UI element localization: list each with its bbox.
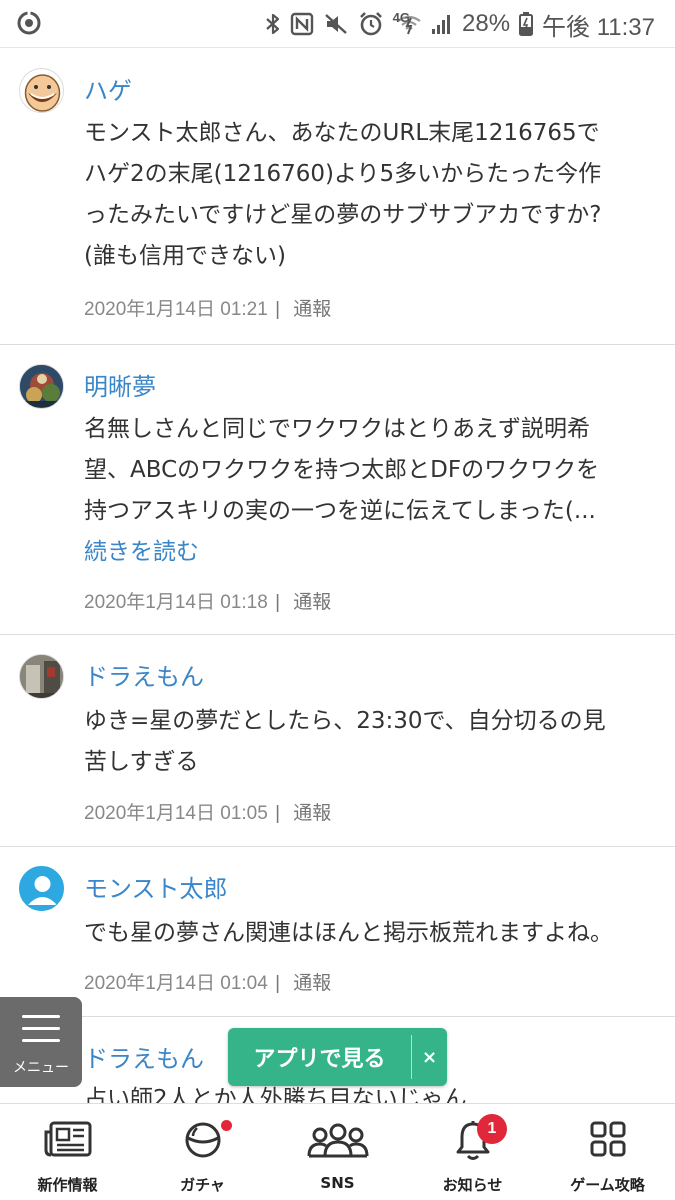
- report-link[interactable]: 通報: [293, 802, 331, 824]
- status-bar: 4G 28% 午後 11:37: [0, 0, 675, 48]
- photo-avatar[interactable]: [19, 654, 64, 699]
- illustration-icon: [20, 365, 63, 408]
- comment-author[interactable]: ドラえもん: [84, 1039, 204, 1074]
- clock: 午後 11:37: [542, 13, 655, 41]
- comment-meta: 2020年1月14日 01:21 | 通報: [84, 294, 331, 321]
- meta-separator: |: [275, 973, 281, 994]
- gacha-icon: [185, 1122, 220, 1158]
- people-icon: [307, 1123, 368, 1158]
- nav-item-new-info[interactable]: 新作情報: [0, 1104, 135, 1200]
- close-icon[interactable]: ×: [412, 1047, 447, 1068]
- default-user-avatar[interactable]: [19, 866, 64, 911]
- nav-label: お知らせ: [442, 1176, 503, 1194]
- comment-list: ハゲ モンスト太郎さん、あなたのURL末尾1216765で ハゲ2の末尾(121…: [0, 49, 675, 1157]
- comment-line: 持つアスキリの実の一つを逆に伝えてしまった(...: [84, 498, 596, 524]
- comment-line: 名無しさんと同じでワクワクはとりあえず説明希: [84, 416, 590, 442]
- comment-author[interactable]: ドラえもん: [84, 657, 204, 692]
- comment-meta: 2020年1月14日 01:18 | 通報: [84, 587, 331, 614]
- comment-date: 2020年1月14日 01:05: [84, 803, 268, 824]
- bald-face-icon: [24, 74, 61, 112]
- menu-label: メニュー: [13, 1060, 69, 1076]
- meta-separator: |: [275, 803, 281, 824]
- battery-icon: [519, 12, 534, 36]
- hamburger-icon: [22, 1015, 60, 1051]
- report-link[interactable]: 通報: [293, 298, 331, 320]
- bluetooth-icon: [265, 13, 279, 35]
- comment-body: モンスト太郎さん、あなたのURL末尾1216765で ハゲ2の末尾(121676…: [84, 113, 659, 277]
- nav-label: SNS: [320, 1174, 355, 1192]
- menu-button[interactable]: メニュー: [0, 997, 82, 1087]
- comment-line: (誰も信用できない): [84, 243, 286, 269]
- comment-body: 名無しさんと同じでワクワクはとりあえず説明希 望、ABCのワクワクを持つ太郎とD…: [84, 409, 659, 573]
- comment-item: ドラえもん ゆき=星の夢だとしたら、23:30で、自分切るの見 苦しすぎる 20…: [0, 635, 675, 847]
- bottom-navigation: 新作情報 ガチャ SNS 1 お知らせ ゲーム攻略: [0, 1103, 675, 1200]
- grid-icon: [590, 1121, 625, 1157]
- meta-separator: |: [275, 592, 281, 613]
- illustration-avatar[interactable]: [19, 364, 64, 409]
- report-link[interactable]: 通報: [293, 591, 331, 613]
- nav-label: 新作情報: [37, 1176, 98, 1194]
- signal-icon: [432, 15, 450, 34]
- read-more-link[interactable]: 続きを読む: [84, 532, 659, 573]
- comment-item: モンスト太郎 でも星の夢さん関連はほんと掲示板荒れますよね。 2020年1月14…: [0, 847, 675, 1017]
- comment-date: 2020年1月14日 01:04: [84, 973, 268, 994]
- comment-line: 望、ABCのワクワクを持つ太郎とDFのワクワクを: [84, 457, 600, 483]
- comment-line: モンスト太郎さん、あなたのURL末尾1216765で: [84, 120, 600, 146]
- comment-body: でも星の夢さん関連はほんと掲示板荒れますよね。: [84, 913, 659, 954]
- comment-body: ゆき=星の夢だとしたら、23:30で、自分切るの見 苦しすぎる: [84, 701, 659, 783]
- comment-item: 明晰夢 名無しさんと同じでワクワクはとりあえず説明希 望、ABCのワクワクを持つ…: [0, 345, 675, 635]
- comment-line: ハゲ2の末尾(1216760)より5多いからたった今作: [84, 161, 602, 187]
- comment-author[interactable]: モンスト太郎: [84, 869, 228, 904]
- mute-icon: [324, 14, 347, 34]
- nav-label: ガチャ: [180, 1176, 225, 1194]
- comment-line: 苦しすぎる: [84, 749, 199, 775]
- report-link[interactable]: 通報: [293, 972, 331, 994]
- comment-meta: 2020年1月14日 01:04 | 通報: [84, 968, 331, 995]
- network-type: 4G: [392, 9, 410, 25]
- nav-item-sns[interactable]: SNS: [270, 1104, 405, 1200]
- comment-item: ハゲ モンスト太郎さん、あなたのURL末尾1216765で ハゲ2の末尾(121…: [0, 49, 675, 345]
- comment-line: ゆき=星の夢だとしたら、23:30で、自分切るの見: [84, 708, 606, 734]
- nav-item-game-guide[interactable]: ゲーム攻略: [540, 1104, 675, 1200]
- meta-separator: |: [275, 299, 281, 320]
- nav-label: ゲーム攻略: [570, 1176, 645, 1194]
- nav-item-notifications[interactable]: 1 お知らせ: [405, 1104, 540, 1200]
- bald-face-avatar[interactable]: [19, 68, 64, 113]
- notification-badge: 1: [477, 1114, 507, 1144]
- open-in-app-banner: アプリで見る ×: [228, 1028, 447, 1086]
- app-status-icon: [17, 11, 41, 35]
- comment-line: ったみたいですけど星の夢のサブサブアカですか?: [84, 202, 602, 228]
- nav-item-gacha[interactable]: ガチャ: [135, 1104, 270, 1200]
- comment-author[interactable]: ハゲ: [84, 71, 132, 106]
- notification-dot: [221, 1120, 232, 1131]
- comment-line: でも星の夢さん関連はほんと掲示板荒れますよね。: [84, 920, 613, 946]
- comment-date: 2020年1月14日 01:18: [84, 592, 268, 613]
- open-in-app-button[interactable]: アプリで見る: [228, 1041, 411, 1073]
- comment-date: 2020年1月14日 01:21: [84, 299, 268, 320]
- alarm-icon: [359, 12, 382, 36]
- comment-meta: 2020年1月14日 01:05 | 通報: [84, 798, 331, 825]
- battery-percent: 28%: [462, 10, 511, 37]
- photo-icon: [20, 655, 63, 698]
- nfc-icon: [290, 12, 313, 36]
- comment-author[interactable]: 明晰夢: [84, 367, 156, 402]
- user-icon: [28, 876, 57, 905]
- newspaper-icon: [44, 1121, 91, 1157]
